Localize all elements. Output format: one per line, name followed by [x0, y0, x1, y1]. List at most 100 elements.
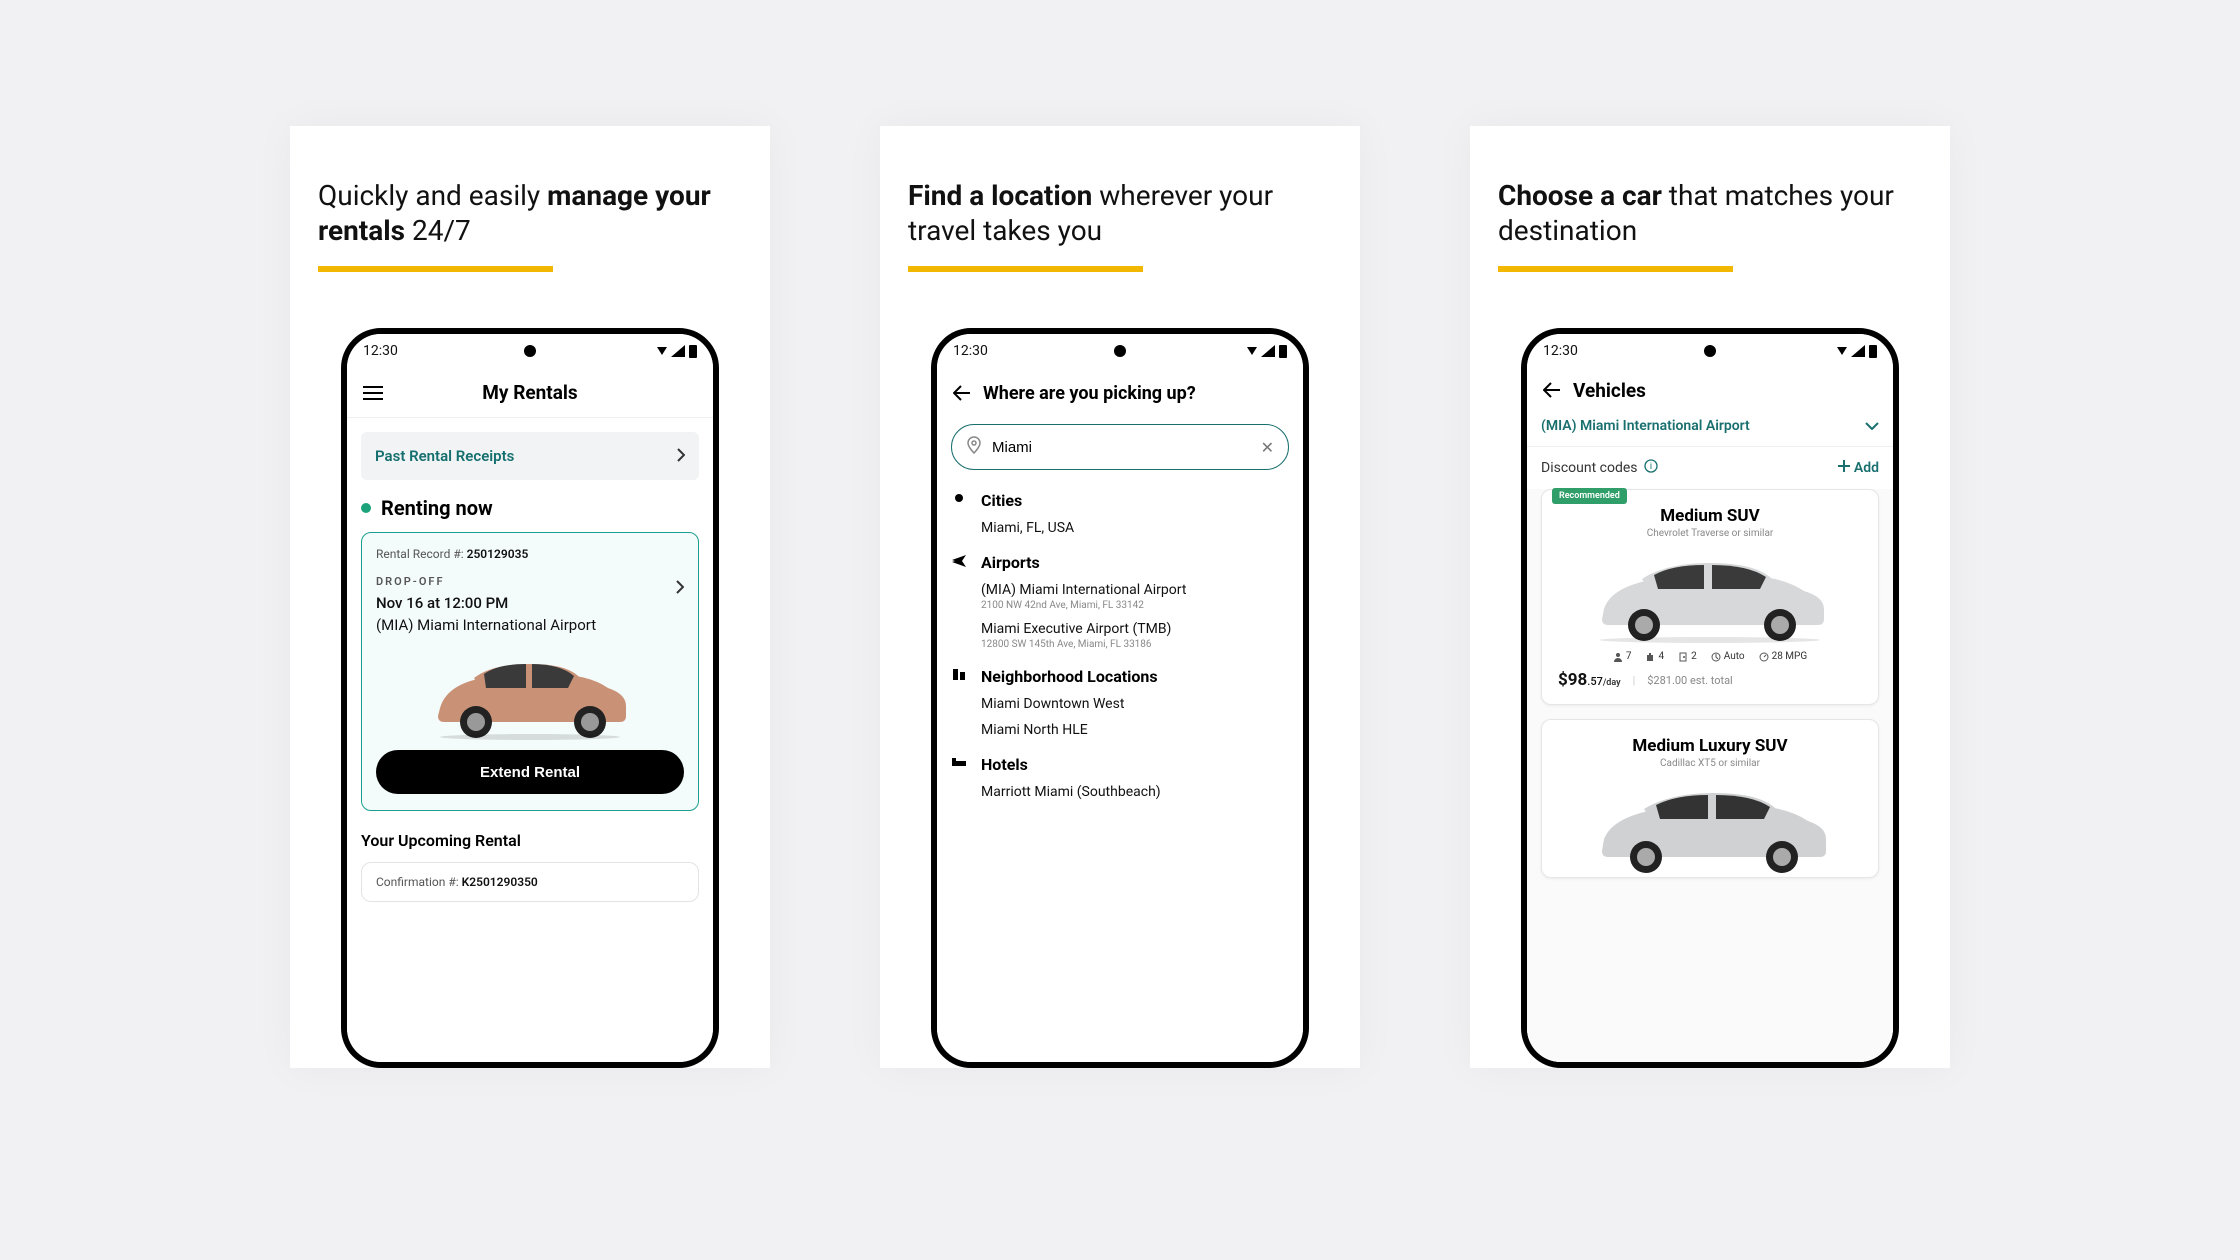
chevron-right-icon[interactable] [676, 579, 684, 598]
car-image [376, 644, 684, 740]
dropoff-info: DROP-OFF Nov 16 at 12:00 PM (MIA) Miami … [376, 575, 596, 644]
search-field-wrap[interactable]: ✕ [951, 424, 1289, 470]
headline-text-bold: Find a location [908, 179, 1092, 212]
vehicle-subtitle: Cadillac XT5 or similar [1542, 758, 1878, 769]
extend-rental-button[interactable]: Extend Rental [376, 750, 684, 794]
phone-screen-3: 12:30 Vehicles (MIA) Miami International… [1527, 334, 1893, 1062]
result-city[interactable]: Miami, FL, USA [951, 520, 1289, 536]
phone-frame-2: 12:30 Where are you picking up? ✕ [931, 328, 1309, 1068]
camera-dot [1704, 345, 1716, 357]
result-text: Miami Downtown West [981, 696, 1289, 712]
appbar: Vehicles [1527, 368, 1893, 412]
marketing-panel-2: Find a location wherever your travel tak… [880, 126, 1360, 1068]
headline-text-pre: Quickly and easily [318, 179, 547, 212]
vehicle-subtitle: Chevrolet Traverse or similar [1542, 528, 1878, 539]
result-neighborhood[interactable]: Miami Downtown West [951, 696, 1289, 712]
vehicle-title: Medium Luxury SUV [1542, 720, 1878, 756]
spec-bags: 4 [1645, 651, 1664, 662]
result-airport[interactable]: (MIA) Miami International Airport 2100 N… [951, 582, 1289, 611]
upcoming-label: Your Upcoming Rental [361, 831, 699, 850]
vehicle-card[interactable]: Recommended Medium SUV Chevrolet Travers… [1541, 489, 1879, 705]
camera-dot [524, 345, 536, 357]
wifi-icon [1247, 347, 1257, 355]
panel1-headline: Quickly and easily manage your rentals 2… [318, 178, 742, 248]
price-cents: .57 [1587, 675, 1603, 688]
phone-frame-1: 12:30 My Rentals Past Rental Receipts [341, 328, 719, 1068]
signal-icon [1261, 345, 1275, 357]
battery-icon [1279, 345, 1287, 358]
confirmation-label: Confirmation #: [376, 875, 462, 889]
spec-value: 28 MPG [1772, 651, 1808, 662]
svg-text:i: i [1649, 462, 1651, 472]
discount-codes-label-group: Discount codes i [1541, 459, 1658, 477]
past-receipts-label: Past Rental Receipts [375, 447, 514, 465]
panel3-headline: Choose a car that matches your destinati… [1498, 178, 1922, 248]
add-discount-button[interactable]: Add [1838, 460, 1879, 476]
category-airports: Airports [951, 552, 1289, 572]
past-receipts-row[interactable]: Past Rental Receipts [361, 432, 699, 480]
headline-text-bold: Choose a car [1498, 179, 1662, 212]
active-dot-icon [361, 503, 371, 513]
search-input[interactable] [992, 439, 1251, 456]
current-rental-card[interactable]: Rental Record #: 250129035 DROP-OFF Nov … [361, 532, 699, 811]
hamburger-icon[interactable] [363, 386, 383, 400]
clear-icon[interactable]: ✕ [1261, 438, 1274, 457]
screen-title: My Rentals [383, 381, 677, 404]
vehicle-card[interactable]: Medium Luxury SUV Cadillac XT5 or simila… [1541, 719, 1879, 878]
info-icon[interactable]: i [1644, 459, 1658, 477]
category-label: Hotels [981, 755, 1028, 774]
price-dollars: $98 [1558, 670, 1587, 690]
statusbar: 12:30 [1527, 334, 1893, 368]
chevron-down-icon [1865, 422, 1879, 430]
result-text: Marriott Miami (Southbeach) [981, 784, 1289, 800]
rental-record: Rental Record #: 250129035 [376, 547, 684, 561]
location-selector[interactable]: (MIA) Miami International Airport [1527, 412, 1893, 447]
marketing-panel-1: Quickly and easily manage your rentals 2… [290, 126, 770, 1068]
screen-title: Vehicles [1561, 379, 1877, 402]
result-text: Miami North HLE [981, 722, 1289, 738]
category-label: Neighborhood Locations [981, 667, 1158, 686]
discount-codes-row: Discount codes i Add [1527, 447, 1893, 489]
dropoff-label: DROP-OFF [376, 575, 596, 588]
recommended-badge: Recommended [1552, 488, 1627, 504]
upcoming-rental-card[interactable]: Confirmation #: K2501290350 [361, 862, 699, 902]
back-arrow-icon[interactable] [953, 385, 971, 401]
vehicle-image [1542, 539, 1878, 647]
result-text: Miami, FL, USA [981, 520, 1289, 536]
vehicle-specs: 7 4 2 Auto 28 MPG [1542, 647, 1878, 670]
battery-icon [1869, 345, 1877, 358]
wifi-icon [1837, 347, 1847, 355]
headline-text-post: 24/7 [405, 214, 471, 247]
back-arrow-icon[interactable] [1543, 382, 1561, 398]
price-divider: | [1633, 674, 1636, 687]
result-text: (MIA) Miami International Airport [981, 582, 1289, 598]
result-hotel[interactable]: Marriott Miami (Southbeach) [951, 784, 1289, 800]
vehicle-price-row: $98.57/day | $281.00 est. total [1542, 670, 1878, 704]
result-neighborhood[interactable]: Miami North HLE [951, 722, 1289, 738]
wifi-icon [657, 347, 667, 355]
dropoff-when: Nov 16 at 12:00 PM [376, 594, 596, 612]
dropoff-row: DROP-OFF Nov 16 at 12:00 PM (MIA) Miami … [376, 575, 684, 644]
result-text: Miami Executive Airport (TMB) [981, 621, 1289, 637]
record-label: Rental Record #: [376, 547, 467, 561]
screen-title: Where are you picking up? [971, 383, 1287, 404]
discount-label: Discount codes [1541, 460, 1638, 476]
statusbar-time: 12:30 [1543, 343, 1578, 359]
price-per: /day [1603, 678, 1621, 688]
result-airport[interactable]: Miami Executive Airport (TMB) 12800 SW 1… [951, 621, 1289, 650]
phone-frame-3: 12:30 Vehicles (MIA) Miami International… [1521, 328, 1899, 1068]
statusbar: 12:30 [347, 334, 713, 368]
confirmation-number: K2501290350 [462, 875, 538, 889]
dropoff-location: (MIA) Miami International Airport [376, 616, 596, 634]
statusbar-time: 12:30 [363, 343, 398, 359]
renting-now-head: Renting now [361, 496, 699, 520]
category-label: Cities [981, 491, 1022, 510]
spec-doors: 2 [1678, 651, 1697, 662]
statusbar: 12:30 [937, 334, 1303, 368]
result-subtext: 2100 NW 42nd Ave, Miami, FL 33142 [981, 600, 1289, 611]
status-icons [1837, 345, 1877, 358]
battery-icon [689, 345, 697, 358]
statusbar-time: 12:30 [953, 343, 988, 359]
chevron-right-icon [677, 447, 685, 466]
marketing-panel-3: Choose a car that matches your destinati… [1470, 126, 1950, 1068]
